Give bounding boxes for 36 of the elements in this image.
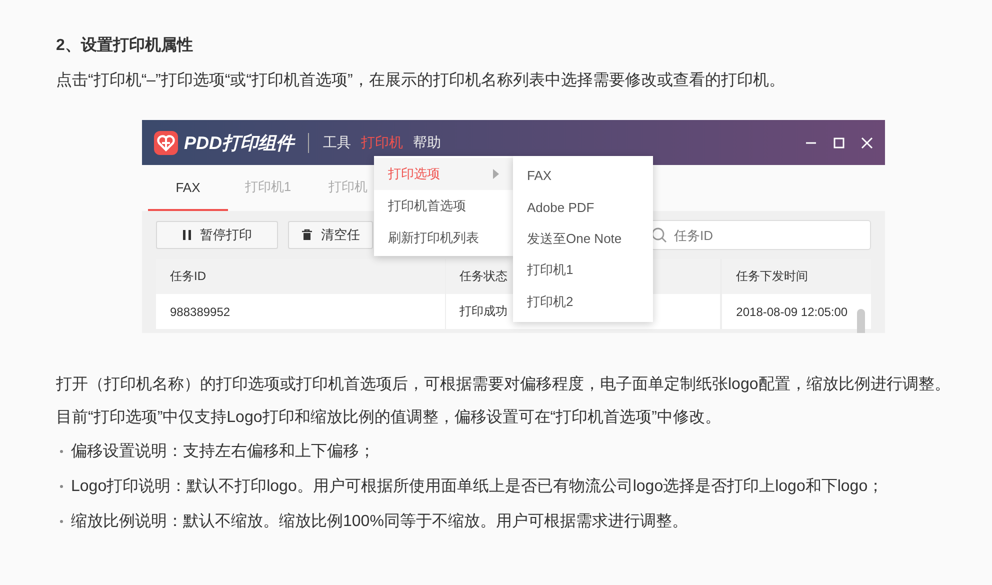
printer-tab[interactable]: FAX (148, 165, 228, 211)
printer-menu-item[interactable]: 打印机2 (513, 286, 653, 318)
table-cell: 打印成功 (460, 303, 508, 320)
printer-menu-item[interactable]: Adobe PDF (513, 192, 653, 223)
intro-text: 点击“打印机“–”打印选项“或“打印机首选项”，在展示的打印机名称列表中选择需要修改或查看的打印机。 (56, 70, 786, 91)
menu-item[interactable]: 刷新打印机列表 (374, 222, 513, 254)
menu-item[interactable]: 打印机首选项 (374, 190, 513, 222)
toolbar-button[interactable]: 清空任 (288, 221, 373, 249)
toolbar-button[interactable]: 暂停打印 (156, 221, 278, 249)
printer-menu-item[interactable]: 打印机1 (513, 254, 653, 286)
close-icon[interactable] (861, 136, 873, 148)
menu-bar-item[interactable]: 帮助 (413, 134, 442, 152)
table-cell: 2018-08-09 12:05:00 (736, 304, 848, 318)
paragraph: 打开（打印机名称）的打印选项或打印机首选项后，可根据需要对偏移程度，电子面单定制纸张logo配置，缩放比例进行调整。 (56, 374, 952, 395)
section-heading: 2、设置打印机属性 (56, 36, 194, 56)
submenu-arrow-icon (493, 169, 499, 179)
bullet-text: 偏移设置说明：支持左右偏移和上下偏移； (71, 442, 375, 462)
search-icon (651, 227, 667, 243)
app-name: PDD打印组件 (184, 132, 294, 154)
bullet-icon (60, 450, 63, 453)
paragraph: 目前“打印选项”中仅支持Logo打印和缩放比例的值调整，偏移设置可在“打印机首选项”中修改。 (56, 408, 722, 428)
bullet-text: 缩放比例说明：默认不缩放。缩放比例100%同等于不缩放。用户可根据需求进行调整。 (71, 512, 688, 532)
menu-bar-item[interactable]: 工具 (323, 134, 352, 152)
bullet-text: Logo打印说明：默认不打印logo。用户可根据所使用面单纸上是否已有物流公司logo选择是否打印上logo和下logo； (71, 476, 884, 497)
table-cell: 988389952 (170, 304, 230, 318)
pause-icon (182, 229, 192, 241)
column-header: 任务ID (170, 268, 206, 285)
bullet-icon (60, 520, 63, 523)
column-header: 任务下发时间 (736, 268, 808, 285)
scrollbar[interactable] (857, 309, 865, 333)
printer-menu-item[interactable]: FAX (513, 160, 653, 192)
logo-icon (154, 130, 178, 154)
trash-icon (301, 229, 313, 241)
maximize-icon[interactable] (833, 136, 845, 148)
column-header: 任务状态 (460, 268, 508, 285)
bullet-icon (60, 485, 63, 488)
